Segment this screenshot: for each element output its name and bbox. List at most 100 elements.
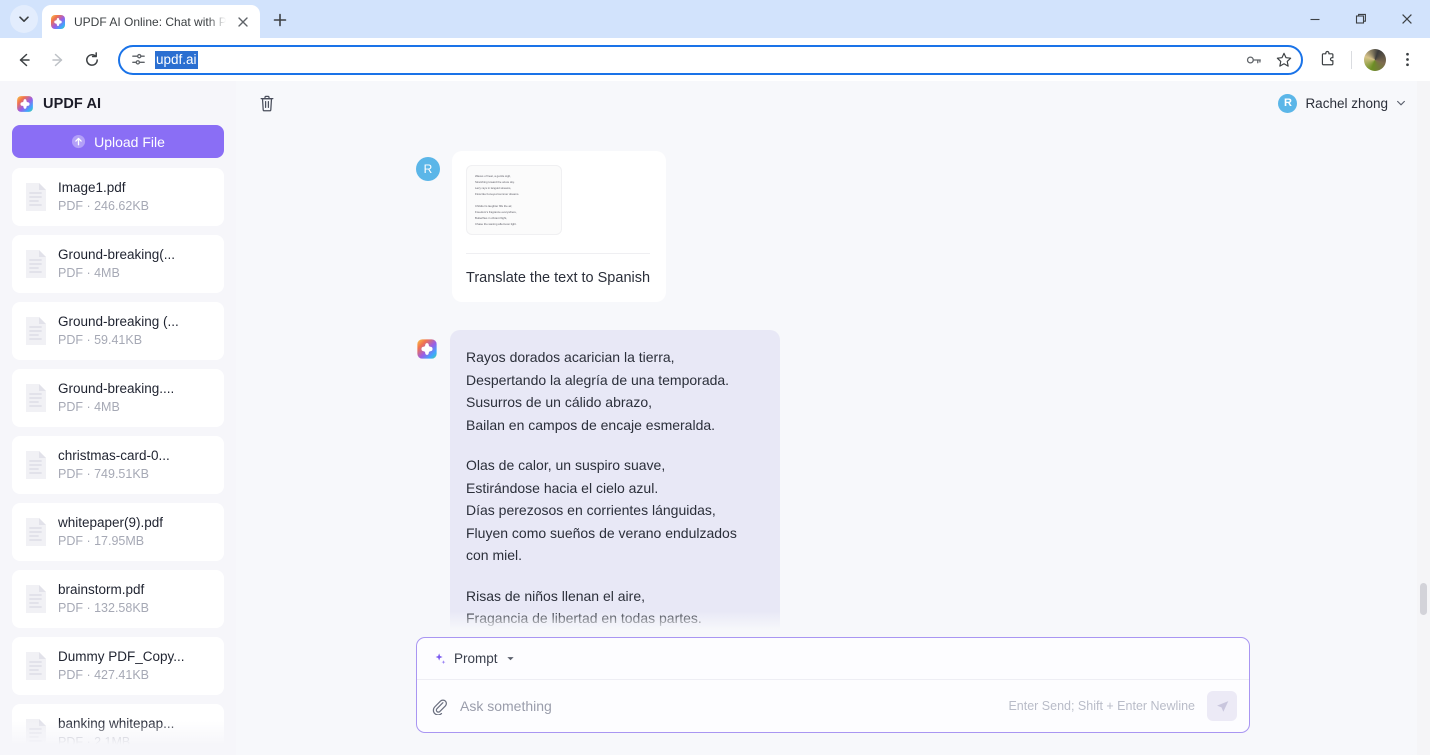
poem-line: Fluyen como sueños de verano endulzados … [466,524,737,564]
new-tab-button[interactable] [266,6,294,34]
send-button[interactable] [1207,691,1237,721]
list-item[interactable]: brainstorm.pdf PDF · 132.58KB [12,570,224,629]
list-item[interactable]: Dummy PDF_Copy... PDF · 427.41KB [12,637,224,696]
list-item[interactable]: Ground-breaking(... PDF · 4MB [12,235,224,294]
browser-tab[interactable]: UPDF AI Online: Chat with PDF [42,5,260,38]
tab-title: UPDF AI Online: Chat with PDF [74,14,226,29]
list-item[interactable]: banking whitepap... PDF · 2.1MB [12,704,224,755]
updf-ai-logo-icon [417,339,437,359]
bookmark-star-icon[interactable] [1273,49,1295,71]
ask-something-input[interactable] [460,698,997,714]
pdf-file-icon [26,719,46,748]
delete-conversation-button[interactable] [256,92,278,114]
file-meta-text: PDF · 4MB [58,266,120,281]
file-meta: whitepaper(9).pdf PDF · 17.95MB [58,514,163,550]
file-name: brainstorm.pdf [58,582,145,598]
tab-search-button[interactable] [10,5,38,33]
message-list[interactable]: R Waves of heat, a gentle sigh, Stretchi… [236,121,1430,637]
user-message-text: Translate the text to Spanish [466,270,651,286]
file-meta: Ground-breaking (... PDF · 59.41KB [58,313,179,349]
minimize-button[interactable] [1292,0,1338,38]
poem-line: Risas de niños llenan el aire, [466,587,645,604]
extensions-button[interactable] [1313,45,1343,75]
ai-message: Rayos dorados acarician la tierra, Despe… [256,330,1410,637]
user-message-bubble: Waves of heat, a gentle sigh, Stretching… [452,151,667,302]
send-icon [1216,700,1228,712]
file-meta-text: PDF · 2.1MB [58,735,131,750]
chat-panel: R Rachel zhong R Waves of heat, a gentle… [236,81,1430,755]
file-meta: Ground-breaking.... PDF · 4MB [58,380,174,416]
chevron-down-icon [506,657,514,661]
list-item[interactable]: whitepaper(9).pdf PDF · 17.95MB [12,503,224,562]
list-item[interactable]: Ground-breaking.... PDF · 4MB [12,369,224,428]
page-scrollbar-thumb[interactable] [1420,583,1427,615]
composer-hint: Enter Send; Shift + Enter Newline [1008,699,1195,713]
list-item[interactable]: Ground-breaking (... PDF · 59.41KB [12,302,224,361]
reload-button[interactable] [76,44,108,76]
file-meta-text: PDF · 17.95MB [58,534,145,549]
profile-button[interactable] [1360,45,1390,75]
attachment-thumbnail[interactable]: Waves of heat, a gentle sigh, Stretching… [466,165,562,235]
browser-menu-button[interactable] [1392,45,1422,75]
browser-window: UPDF AI Online: Chat with PDF updf.ai UP… [0,0,1430,755]
updf-logo-icon [17,96,33,112]
file-name: Ground-breaking.... [58,381,175,397]
avatar: R [416,157,440,181]
chevron-down-icon [19,16,29,22]
address-bar[interactable]: updf.ai [118,44,1303,75]
back-icon [19,53,30,66]
user-name: Rachel zhong [1305,95,1388,111]
list-item[interactable]: christmas-card-0... PDF · 749.51KB [12,436,224,495]
trash-icon [260,95,274,111]
pdf-file-icon [26,250,46,279]
poem-line: Días perezosos en corrientes lánguidas, [466,502,716,518]
file-name: christmas-card-0... [58,448,170,464]
close-icon[interactable] [234,13,252,31]
user-menu[interactable]: R Rachel zhong [1278,93,1412,113]
poem-line: Mariposas en vuelo vibrante, [466,630,762,638]
chat-header: R Rachel zhong [236,85,1430,121]
file-meta-text: PDF · 4MB [58,400,120,415]
page-scrollbar[interactable] [1417,81,1430,755]
file-name: whitepaper(9).pdf [58,515,164,531]
sidebar-header: UPDF AI [10,81,226,121]
list-item[interactable]: Image1.pdf PDF · 246.62KB [12,168,224,227]
pdf-file-icon [26,652,46,681]
ai-message-bubble: Rayos dorados acarician la tierra, Despe… [450,330,780,637]
site-settings-icon[interactable] [130,51,147,68]
forward-button[interactable] [42,44,74,76]
maximize-button[interactable] [1338,0,1384,38]
file-meta: christmas-card-0... PDF · 749.51KB [58,447,170,483]
upload-icon [72,134,86,149]
sparkle-icon [435,652,446,664]
window-controls [1292,0,1430,38]
back-button[interactable] [8,44,40,76]
upload-file-button[interactable]: Upload File [12,125,224,159]
file-meta: banking whitepap... PDF · 2.1MB [58,715,174,751]
file-meta: Dummy PDF_Copy... PDF · 427.41KB [58,648,185,684]
poem-line: Despertando la alegría de una temporada. [466,371,730,388]
browser-menu-icon [1405,52,1409,67]
prompt-selector[interactable]: Prompt [417,638,1249,680]
maximize-icon [1355,13,1366,24]
file-list[interactable]: Image1.pdf PDF · 246.62KB Ground-breakin… [10,168,226,755]
plus-icon [273,13,287,27]
profile-avatar [1364,48,1386,71]
extensions-icon [1321,51,1333,66]
address-bar-url[interactable]: updf.ai [155,50,198,69]
file-meta-text: PDF · 246.62KB [58,199,150,214]
file-meta-text: PDF · 749.51KB [58,467,150,482]
pdf-file-icon [26,317,46,346]
file-name: Dummy PDF_Copy... [58,649,185,665]
poem-line: Bailan en campos de encaje esmeralda. [466,416,716,433]
close-window-button[interactable] [1384,0,1430,38]
file-meta: Image1.pdf PDF · 246.62KB [58,179,149,215]
file-meta-text: PDF · 132.58KB [58,601,150,616]
pdf-file-icon [26,518,46,547]
paperclip-icon[interactable] [431,698,448,715]
password-key-icon[interactable] [1243,49,1265,71]
poem-stanza: Olas de calor, un suspiro suave, Estirán… [466,454,762,567]
file-meta: brainstorm.pdf PDF · 132.58KB [58,581,149,617]
poem-stanza: Risas de niños llenan el aire, Fragancia… [466,585,762,638]
poem-line: Rayos dorados acarician la tierra, [466,349,675,365]
